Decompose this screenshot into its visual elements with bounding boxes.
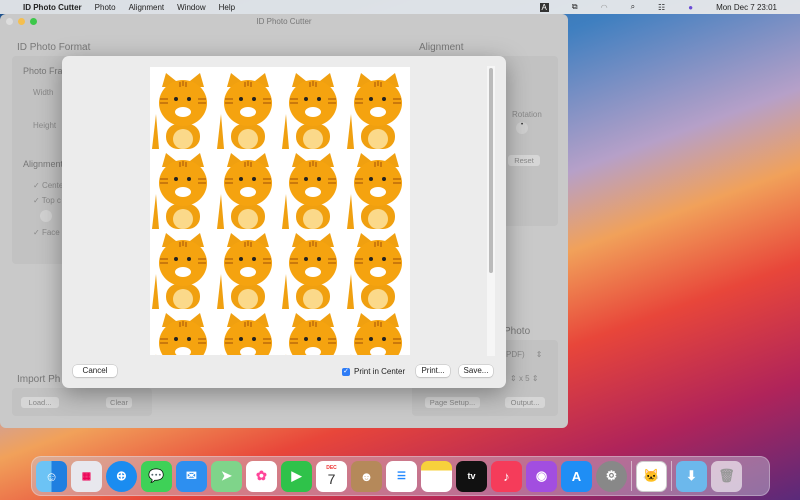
cat-photo [280, 229, 345, 309]
slider-knob[interactable] [40, 210, 52, 222]
cat-photo [150, 309, 215, 355]
rotation-dial[interactable]: • [516, 122, 528, 134]
cat-photo [215, 309, 280, 355]
finder-icon[interactable]: ☺ [36, 460, 67, 492]
launchpad-icon[interactable]: ▦ [71, 460, 102, 492]
check-top[interactable]: ✓ Top c [33, 196, 61, 205]
safari-icon[interactable]: ⊕ [106, 460, 137, 492]
menu-bar: ID Photo Cutter Photo Alignment Window H… [0, 0, 800, 14]
photo-sheet-preview [150, 67, 410, 355]
reminders-icon[interactable]: ☰ [386, 460, 417, 492]
menu-app[interactable]: ID Photo Cutter [23, 3, 82, 12]
alignment-label: Alignment [23, 159, 64, 169]
podcasts-icon[interactable]: ◉ [526, 460, 557, 492]
title-bar: ID Photo Cutter [0, 14, 568, 30]
calendar-icon[interactable]: DEC 7 [316, 460, 347, 492]
load-button[interactable]: Load... [21, 397, 59, 408]
dock-separator [631, 461, 632, 491]
music-icon[interactable]: ♪ [491, 460, 522, 492]
control-center-icon[interactable]: ☷ [658, 3, 665, 12]
cat-photo [150, 229, 215, 309]
notes-icon[interactable] [421, 460, 452, 492]
input-source-icon[interactable]: A [539, 2, 549, 12]
cat-photo [345, 229, 410, 309]
siri-icon[interactable]: ● [688, 3, 693, 12]
photo-heading: Photo [504, 326, 531, 337]
minimize-button[interactable] [18, 18, 25, 25]
id-photo-cutter-icon[interactable]: 🐱 [636, 460, 667, 492]
scrollbar[interactable] [487, 66, 495, 356]
window-title: ID Photo Cutter [256, 17, 312, 26]
photo-frame-label: Photo Fra [23, 66, 63, 76]
print-in-center-checkbox[interactable]: ✓ Print in Center [342, 367, 405, 376]
facetime-icon[interactable]: ▶ [281, 460, 312, 492]
mail-icon[interactable]: ✉ [176, 460, 207, 492]
menu-help[interactable]: Help [219, 3, 235, 12]
cat-photo [280, 149, 345, 229]
downloads-folder-icon[interactable]: ⬇ [676, 460, 707, 492]
clock[interactable]: Mon Dec 7 23:01 [716, 3, 777, 12]
app-store-icon[interactable]: A [561, 460, 592, 492]
cat-photo [280, 69, 345, 149]
photos-icon[interactable]: ✿ [246, 460, 277, 492]
check-center[interactable]: ✓ Cente [33, 181, 63, 190]
print-preview-sheet: Cancel ✓ Print in Center Print... Save... [62, 56, 506, 388]
import-heading: Import Ph [17, 374, 61, 385]
clear-button[interactable]: Clear [106, 397, 132, 408]
cat-photo [345, 69, 410, 149]
menu-alignment[interactable]: Alignment [129, 3, 165, 12]
cat-photo [215, 149, 280, 229]
check-face[interactable]: ✓ Face [33, 228, 60, 237]
maps-icon[interactable]: ➤ [211, 460, 242, 492]
checkmark-icon: ✓ [342, 367, 350, 376]
trash-icon[interactable]: 🗑 [711, 460, 742, 492]
width-label: Width [33, 88, 54, 97]
cat-photo [345, 149, 410, 229]
system-preferences-icon[interactable]: ⚙ [596, 460, 627, 492]
reset-button[interactable]: Reset [508, 155, 540, 166]
cat-photo [215, 229, 280, 309]
output-button[interactable]: Output... [505, 397, 545, 408]
wifi-icon[interactable]: ◠ [601, 3, 608, 12]
screen-mirror-icon[interactable]: ⧉ [572, 2, 578, 12]
cat-photo [150, 149, 215, 229]
cat-photo [215, 69, 280, 149]
close-button[interactable] [6, 18, 13, 25]
cat-photo [150, 69, 215, 149]
alignment-heading: Alignment [419, 42, 464, 53]
dock: ☺ ▦ ⊕ 💬 ✉ ➤ ✿ ▶ DEC 7 ☻ ☰ tv ♪ ◉ A ⚙ 🐱 ⬇ … [31, 456, 770, 496]
messages-icon[interactable]: 💬 [141, 460, 172, 492]
format-select[interactable]: PDF) ⇕ [506, 350, 543, 359]
format-heading: ID Photo Format [17, 42, 91, 53]
menu-photo[interactable]: Photo [95, 3, 116, 12]
save-button[interactable]: Save... [459, 365, 493, 377]
dock-separator [671, 461, 672, 491]
cat-photo [280, 309, 345, 355]
search-icon[interactable]: ⌕ [631, 2, 635, 12]
height-label: Height [33, 121, 57, 130]
contacts-icon[interactable]: ☻ [351, 460, 382, 492]
page-setup-button[interactable]: Page Setup... [425, 397, 480, 408]
rotation-label: Rotation [512, 110, 542, 119]
cat-photo [345, 309, 410, 355]
zoom-button[interactable] [30, 18, 37, 25]
count-stepper[interactable]: ⇕ x 5 ⇕ [510, 374, 539, 383]
tv-icon[interactable]: tv [456, 460, 487, 492]
menu-window[interactable]: Window [177, 3, 205, 12]
cancel-button[interactable]: Cancel [73, 365, 117, 377]
print-button[interactable]: Print... [416, 365, 450, 377]
